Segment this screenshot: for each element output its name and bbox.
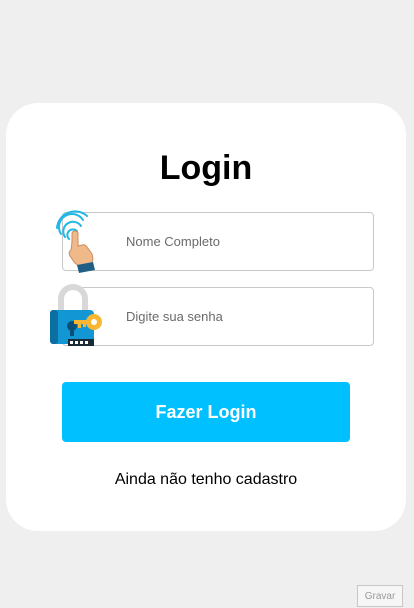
password-input[interactable] (63, 288, 373, 345)
password-field[interactable] (62, 287, 374, 346)
record-button[interactable]: Gravar (357, 585, 403, 607)
padlock-key-icon (50, 284, 102, 346)
fingerprint-touch-icon (56, 210, 95, 273)
page-title: Login (159, 149, 253, 187)
login-button[interactable]: Fazer Login (62, 382, 350, 442)
name-field[interactable] (62, 212, 374, 271)
name-input[interactable] (63, 213, 373, 270)
signup-link[interactable]: Ainda não tenho cadastro (6, 471, 406, 489)
login-card: Login Fazer (6, 103, 406, 531)
